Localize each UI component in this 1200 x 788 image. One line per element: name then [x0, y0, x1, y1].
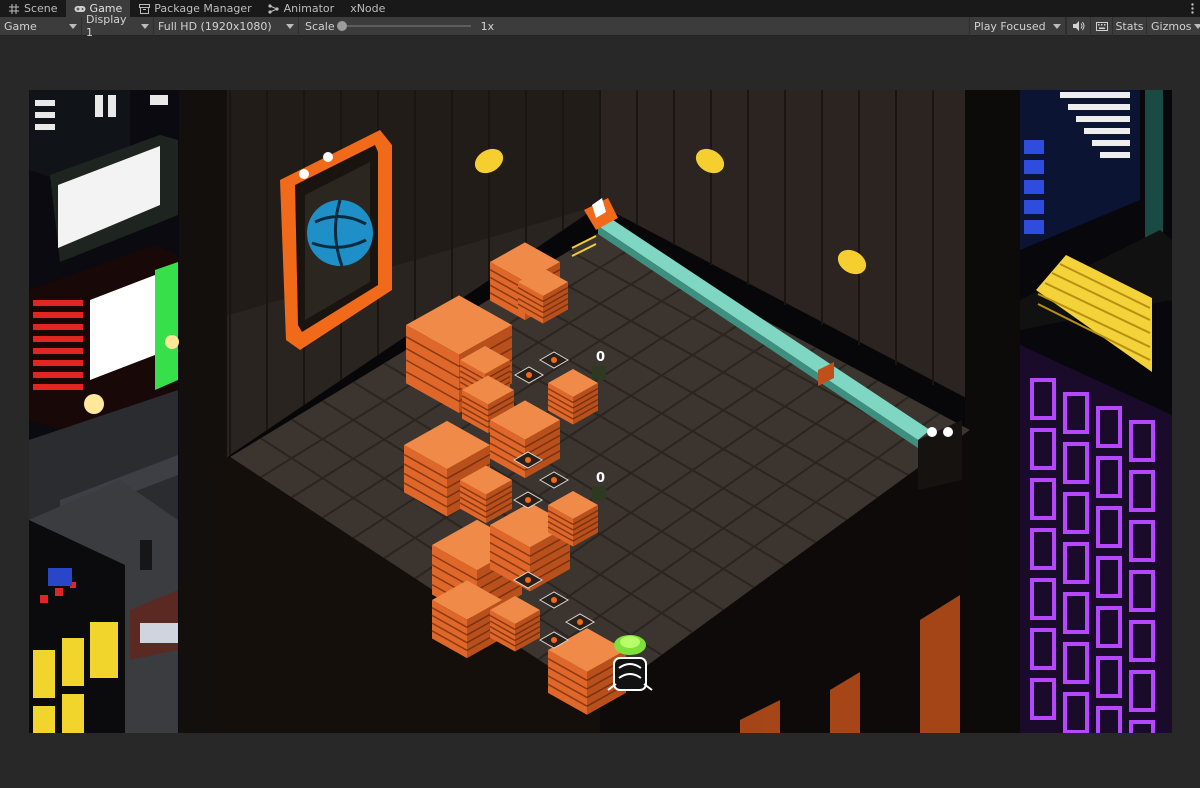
scale-slider[interactable] [336, 21, 471, 31]
tab-scene[interactable]: Scene [0, 0, 66, 17]
scale-label: Scale [305, 19, 335, 33]
grid-icon [8, 3, 20, 15]
tab-label: Package Manager [154, 2, 252, 15]
play-mode-dropdown[interactable]: Play Focused [969, 16, 1066, 36]
chevron-down-icon [1053, 23, 1061, 29]
stats-label: Stats [1115, 19, 1144, 33]
game-scene: 0 0 [29, 90, 1172, 733]
mute-audio-button[interactable] [1066, 16, 1090, 36]
tab-package-manager[interactable]: Package Manager [130, 0, 259, 17]
package-icon [138, 3, 150, 15]
kebab-menu-icon[interactable] [1185, 0, 1200, 17]
gizmos-dropdown[interactable]: Gizmos [1146, 16, 1200, 36]
gamepad-icon [74, 3, 86, 15]
editor-tab-bar: Scene Game Package Manager Animator xNod… [0, 0, 1200, 17]
gizmos-label: Gizmos [1151, 19, 1192, 33]
shortcuts-button[interactable] [1090, 16, 1112, 36]
left-city-background [29, 90, 179, 733]
player-robot [607, 635, 653, 691]
chevron-down-icon [286, 23, 294, 29]
view-mode-label: Game [4, 19, 37, 33]
tab-animator[interactable]: Animator [260, 0, 343, 17]
play-mode-label: Play Focused [974, 19, 1046, 33]
display-dropdown[interactable]: Display 1 [82, 13, 154, 39]
display-label: Display 1 [86, 13, 127, 39]
scale-value: 1x [480, 19, 495, 33]
game-view-toolbar: Game Display 1 Full HD (1920x1080) Scale… [0, 13, 1200, 39]
scale-control: Scale 1x [299, 17, 500, 36]
tab-label: Scene [24, 2, 58, 15]
game-viewport[interactable]: 0 0 [29, 90, 1172, 733]
scale-slider-handle[interactable] [336, 21, 347, 31]
counter-value: 0 [596, 471, 605, 486]
stats-button[interactable]: Stats [1112, 16, 1146, 36]
chevron-down-icon [69, 23, 77, 29]
counter-value: 0 [596, 350, 605, 365]
resolution-label: Full HD (1920x1080) [158, 19, 272, 33]
tab-xnode[interactable]: xNode [342, 0, 393, 17]
chevron-down-icon [1193, 23, 1200, 29]
tab-label: xNode [350, 2, 386, 15]
tab-label: Animator [283, 2, 335, 15]
right-city-background [1008, 90, 1172, 733]
animator-icon [268, 3, 280, 15]
chevron-down-icon [141, 23, 149, 29]
speaker-icon [1072, 21, 1084, 31]
view-mode-dropdown[interactable]: Game [0, 16, 82, 36]
keyboard-icon [1095, 21, 1108, 31]
resolution-dropdown[interactable]: Full HD (1920x1080) [154, 16, 299, 36]
